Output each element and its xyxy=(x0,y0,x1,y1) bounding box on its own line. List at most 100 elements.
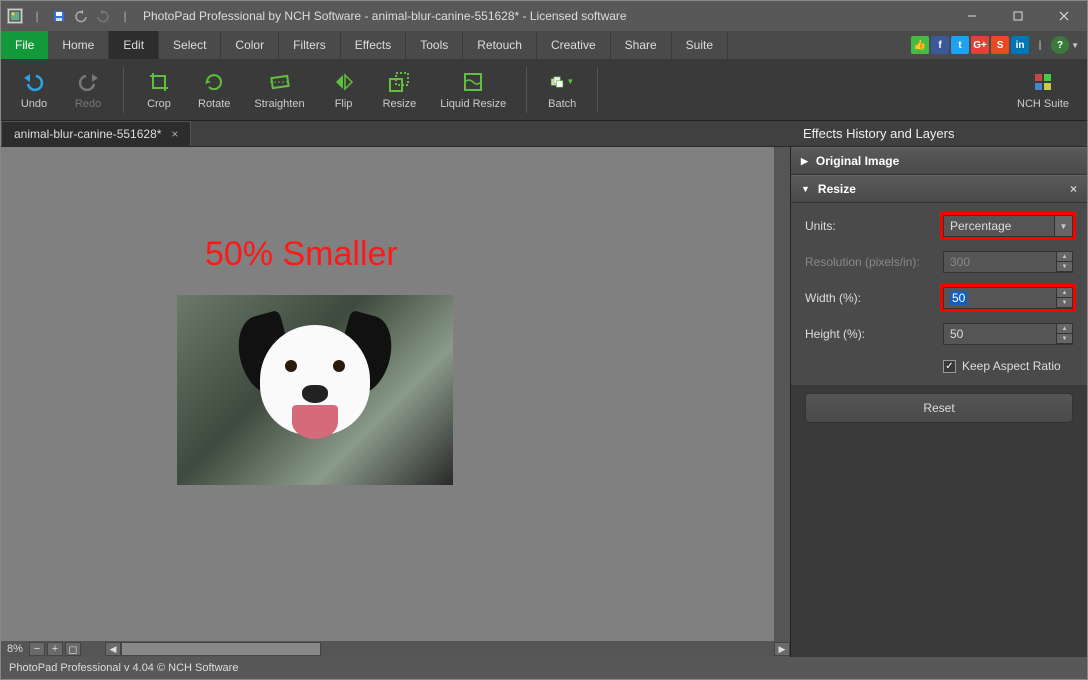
reset-button[interactable]: Reset xyxy=(805,393,1073,423)
batch-dropdown-icon[interactable]: ▼ xyxy=(566,77,574,86)
resize-label: Resize xyxy=(383,98,417,110)
caret-right-icon: ▶ xyxy=(801,156,808,167)
help-icon[interactable]: ? xyxy=(1051,36,1069,54)
section-original-label: Original Image xyxy=(816,154,899,168)
liquid-resize-button[interactable]: Liquid Resize xyxy=(430,66,516,114)
undo-icon xyxy=(22,70,46,94)
rotate-button[interactable]: Rotate xyxy=(188,66,240,114)
document-tabs: animal-blur-canine-551628* × xyxy=(1,121,791,147)
redo-button[interactable]: Redo xyxy=(63,66,113,114)
flip-label: Flip xyxy=(335,98,353,110)
straighten-label: Straighten xyxy=(254,98,304,110)
resize-section-body: Units: Percentage ▼ Resolution (pixels/i… xyxy=(791,203,1087,385)
width-value: 50 xyxy=(950,291,967,305)
width-label: Width (%): xyxy=(805,291,943,305)
menu-effects[interactable]: Effects xyxy=(341,31,406,59)
nch-suite-button[interactable]: NCH Suite xyxy=(1007,66,1079,114)
statusbar: PhotoPad Professional v 4.04 © NCH Softw… xyxy=(1,657,1087,679)
menubar: File Home Edit Select Color Filters Effe… xyxy=(1,31,1087,59)
redo-icon xyxy=(76,70,100,94)
crop-label: Crop xyxy=(147,98,171,110)
width-spin-down[interactable]: ▼ xyxy=(1057,298,1072,308)
document-tab-close-icon[interactable]: × xyxy=(171,127,178,141)
menu-creative[interactable]: Creative xyxy=(537,31,611,59)
menu-tools[interactable]: Tools xyxy=(406,31,463,59)
menu-share[interactable]: Share xyxy=(611,31,672,59)
height-input[interactable]: 50 ▲▼ xyxy=(943,323,1073,345)
resize-button[interactable]: Resize xyxy=(373,66,427,114)
scroll-left-icon[interactable]: ◀ xyxy=(105,642,121,656)
google-plus-icon[interactable]: G+ xyxy=(971,36,989,54)
section-original-image[interactable]: ▶ Original Image xyxy=(791,147,1087,175)
keep-aspect-checkbox[interactable]: ✓ xyxy=(943,360,956,373)
units-value: Percentage xyxy=(950,219,1011,233)
straighten-button[interactable]: Straighten xyxy=(244,66,314,114)
toolbar-sep-1 xyxy=(123,67,124,113)
resolution-spin-down: ▼ xyxy=(1057,262,1072,272)
nch-suite-label: NCH Suite xyxy=(1017,98,1069,110)
zoom-in-button[interactable]: + xyxy=(47,642,63,656)
menu-select[interactable]: Select xyxy=(159,31,221,59)
canvas-area: animal-blur-canine-551628* × 50% Smaller… xyxy=(1,121,791,657)
keep-aspect-label: Keep Aspect Ratio xyxy=(962,359,1061,373)
width-spin-up[interactable]: ▲ xyxy=(1057,288,1072,298)
batch-button[interactable]: ▼ Batch xyxy=(537,66,587,114)
canvas-viewport[interactable]: 50% Smaller 8% − + ◻ ◀ ▶ xyxy=(1,147,791,657)
section-close-icon[interactable]: × xyxy=(1070,182,1077,196)
facebook-icon[interactable]: f xyxy=(931,36,949,54)
menu-retouch[interactable]: Retouch xyxy=(463,31,537,59)
undo-label: Undo xyxy=(21,98,47,110)
section-resize-label: Resize xyxy=(818,182,856,196)
linkedin-icon[interactable]: in xyxy=(1011,36,1029,54)
units-dropdown-icon[interactable]: ▼ xyxy=(1054,216,1072,236)
like-icon[interactable]: 👍 xyxy=(911,36,929,54)
resize-icon xyxy=(387,70,411,94)
minimize-button[interactable] xyxy=(949,1,995,31)
menu-color[interactable]: Color xyxy=(221,31,279,59)
workspace: animal-blur-canine-551628* × 50% Smaller… xyxy=(1,121,1087,657)
menu-filters[interactable]: Filters xyxy=(279,31,341,59)
height-value: 50 xyxy=(950,327,963,341)
help-dropdown-icon[interactable]: ▼ xyxy=(1071,41,1079,50)
titlebar-sep: | xyxy=(29,8,45,24)
menu-home[interactable]: Home xyxy=(48,31,109,59)
menu-edit[interactable]: Edit xyxy=(109,31,159,59)
toolbar-sep-3 xyxy=(597,67,598,113)
undo-qat-icon[interactable] xyxy=(73,8,89,24)
maximize-button[interactable] xyxy=(995,1,1041,31)
height-spin-down[interactable]: ▼ xyxy=(1057,334,1072,344)
zoom-out-button[interactable]: − xyxy=(29,642,45,656)
window-title: PhotoPad Professional by NCH Software - … xyxy=(139,9,949,23)
save-icon[interactable] xyxy=(51,8,67,24)
resolution-value: 300 xyxy=(950,255,970,269)
scroll-right-icon[interactable]: ▶ xyxy=(774,642,790,656)
undo-button[interactable]: Undo xyxy=(9,66,59,114)
canvas-image xyxy=(177,295,453,485)
toolbar: Undo Redo Crop Rotate Straighten Flip Re… xyxy=(1,59,1087,121)
status-text: PhotoPad Professional v 4.04 © NCH Softw… xyxy=(9,662,238,674)
close-button[interactable] xyxy=(1041,1,1087,31)
zoom-fit-button[interactable]: ◻ xyxy=(65,642,81,656)
menu-file[interactable]: File xyxy=(1,31,48,59)
app-icon xyxy=(7,8,23,24)
twitter-icon[interactable]: t xyxy=(951,36,969,54)
stumble-icon[interactable]: S xyxy=(991,36,1009,54)
document-tab[interactable]: animal-blur-canine-551628* × xyxy=(1,121,191,146)
side-panel: Effects History and Layers ▶ Original Im… xyxy=(791,121,1087,657)
resolution-label: Resolution (pixels/in): xyxy=(805,255,943,269)
batch-icon: ▼ xyxy=(550,70,574,94)
crop-button[interactable]: Crop xyxy=(134,66,184,114)
scrollbar-horizontal[interactable] xyxy=(121,642,321,656)
section-resize[interactable]: ▼ Resize × xyxy=(791,175,1087,203)
annotation-text: 50% Smaller xyxy=(205,235,398,274)
height-spin-up[interactable]: ▲ xyxy=(1057,324,1072,334)
menu-suite[interactable]: Suite xyxy=(672,31,728,59)
width-input[interactable]: 50 ▲▼ xyxy=(943,287,1073,309)
flip-icon xyxy=(332,70,356,94)
flip-button[interactable]: Flip xyxy=(319,66,369,114)
bottom-bar: 8% − + ◻ ◀ ▶ xyxy=(1,641,790,657)
scrollbar-vertical[interactable] xyxy=(774,147,790,641)
units-select[interactable]: Percentage ▼ xyxy=(943,215,1073,237)
crop-icon xyxy=(147,70,171,94)
redo-qat-icon[interactable] xyxy=(95,8,111,24)
